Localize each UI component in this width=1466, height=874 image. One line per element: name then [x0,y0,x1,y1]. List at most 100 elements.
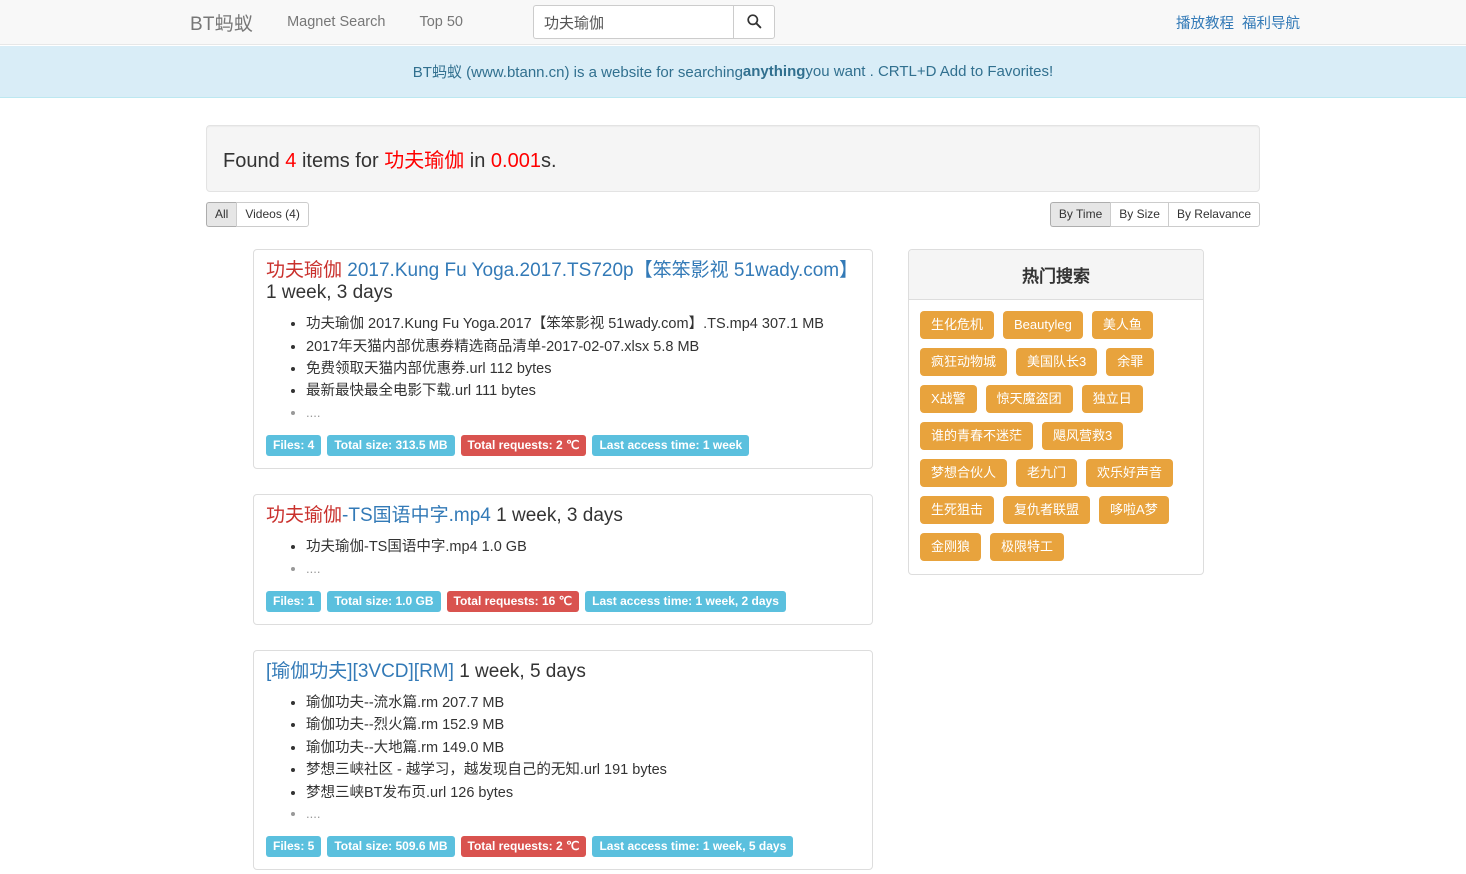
type-filter-group: All Videos (4) [206,202,309,227]
filter-tab-all[interactable]: All [206,202,237,227]
summary-time: 0.001 [490,150,541,172]
sort-tab-by-relevance[interactable]: By Relavance [1167,202,1260,227]
result-title-text: -TS国语中字.mp4 [342,505,491,527]
hot-tag[interactable]: 极限特工 [990,533,1065,561]
file-item: 功夫瑜伽-TS国语中字.mp4 1.0 GB [306,536,860,558]
nav-link-welfare-nav[interactable]: 福利导航 [1242,12,1300,33]
badge-total-requests: Total requests: 2 ℃ [460,435,587,457]
result-title-link[interactable]: 功夫瑜伽-TS国语中字.mp4 1 week, 3 days [266,505,860,527]
result-title-link[interactable]: 功夫瑜伽 2017.Kung Fu Yoga.2017.TS720p【笨笨影视 … [266,260,860,304]
banner-strong: anything [742,63,806,80]
nav-item-magnet-search[interactable]: Magnet Search [287,14,385,30]
badge-files-count: Files: 1 [266,590,322,612]
sidebar: 热门搜索 生化危机 Beautyleg 美人鱼 疯狂动物城 美国队长3 余罪 X… [908,249,1204,575]
sort-tab-by-time[interactable]: By Time [1049,202,1111,227]
search-form [532,5,775,39]
result-item: [瑜伽功夫][3VCD][RM] 1 week, 5 days 瑜伽功夫--流水… [253,649,873,871]
result-title-keyword: 功夫瑜伽 [266,260,343,281]
result-age: 1 week, 5 days [459,660,586,682]
result-title-keyword: 功夫瑜伽 [266,505,343,527]
results-summary: Found 4 items for 功夫瑜伽 in 0.001s. [206,125,1260,192]
sort-filter-group: By Time By Size By Relavance [1049,202,1260,227]
hot-tag[interactable]: 余罪 [1106,348,1155,376]
badge-last-access: Last access time: 1 week, 2 days [585,590,786,612]
result-file-list: 功夫瑜伽-TS国语中字.mp4 1.0 GB .... [266,536,860,579]
badge-last-access: Last access time: 1 week [592,435,750,457]
file-item: 瑜伽功夫--流水篇.rm 207.7 MB [306,692,860,714]
hot-tag[interactable]: 疯狂动物城 [920,348,1008,376]
result-age: 1 week, 3 days [496,505,623,527]
hot-tag[interactable]: Beautyleg [1003,311,1083,339]
site-banner: BT蚂蚁 (www.btann.cn) is a website for sea… [0,45,1466,98]
hot-tag[interactable]: 哆啦A梦 [1099,496,1169,524]
file-item: 瑜伽功夫--大地篇.rm 149.0 MB [306,737,860,759]
banner-prefix: BT蚂蚁 (www.btann.cn) is a website for sea… [412,64,743,81]
badge-total-requests: Total requests: 2 ℃ [460,836,587,858]
hot-tag[interactable]: 谁的青春不迷茫 [920,422,1034,450]
filter-row: All Videos (4) By Time By Size By Relava… [206,202,1260,227]
result-badges: Files: 1 Total size: 1.0 GB Total reques… [266,590,860,612]
result-item: 功夫瑜伽 2017.Kung Fu Yoga.2017.TS720p【笨笨影视 … [253,249,873,470]
brand-logo[interactable]: BT蚂蚁 [190,9,253,36]
hot-search-tag-list: 生化危机 Beautyleg 美人鱼 疯狂动物城 美国队长3 余罪 X战警 惊天… [909,300,1203,574]
hot-tag[interactable]: 生化危机 [920,311,995,339]
results-list: 功夫瑜伽 2017.Kung Fu Yoga.2017.TS720p【笨笨影视 … [253,249,873,874]
top-navbar: BT蚂蚁 Magnet Search Top 50 播放教程 福利导航 [0,0,1466,45]
nav-right-links: 播放教程 福利导航 [1168,12,1300,33]
page-container: Found 4 items for 功夫瑜伽 in 0.001s. All Vi… [206,125,1260,874]
search-icon [746,13,762,32]
nav-item-top-50[interactable]: Top 50 [419,14,463,30]
result-title-link[interactable]: [瑜伽功夫][3VCD][RM] 1 week, 5 days [266,661,860,683]
hot-search-title: 热门搜索 [909,250,1203,300]
content-row: 功夫瑜伽 2017.Kung Fu Yoga.2017.TS720p【笨笨影视 … [206,249,1260,874]
file-item: 梦想三峡BT发布页.url 126 bytes [306,782,860,804]
hot-tag[interactable]: 飓风营救3 [1042,422,1124,450]
hot-tag[interactable]: 欢乐好声音 [1086,459,1174,487]
hot-tag[interactable]: 独立日 [1081,385,1143,413]
badge-total-size: Total size: 313.5 MB [327,435,455,457]
summary-found-label: Found [223,150,280,172]
search-input[interactable] [532,5,733,39]
filter-tab-videos[interactable]: Videos (4) [236,202,309,227]
result-file-list: 瑜伽功夫--流水篇.rm 207.7 MB 瑜伽功夫--烈火篇.rm 152.9… [266,692,860,824]
file-item: 瑜伽功夫--烈火篇.rm 152.9 MB [306,714,860,736]
hot-tag[interactable]: 复仇者联盟 [1003,496,1091,524]
summary-items-label: items for [301,150,379,172]
file-item: 最新最快最全电影下载.url 111 bytes [306,380,860,402]
hot-tag[interactable]: 梦想合伙人 [920,459,1008,487]
summary-time-suffix: s. [540,150,557,172]
hot-search-panel: 热门搜索 生化危机 Beautyleg 美人鱼 疯狂动物城 美国队长3 余罪 X… [908,249,1204,575]
hot-tag[interactable]: 生死狙击 [920,496,995,524]
result-badges: Files: 5 Total size: 509.6 MB Total requ… [266,836,860,858]
file-item: 功夫瑜伽 2017.Kung Fu Yoga.2017【笨笨影视 51wady.… [306,313,860,335]
hot-tag[interactable]: 老九门 [1016,459,1078,487]
file-item-more: .... [306,559,860,579]
file-item-more: .... [306,804,860,824]
file-item: 免费领取天猫内部优惠券.url 112 bytes [306,358,860,380]
result-title-text: 2017.Kung Fu Yoga.2017.TS720p【笨笨影视 51wad… [342,260,859,281]
hot-tag[interactable]: 惊天魔盗团 [985,385,1073,413]
result-item: 功夫瑜伽-TS国语中字.mp4 1 week, 3 days 功夫瑜伽-TS国语… [253,494,873,625]
hot-tag[interactable]: 金刚狼 [920,533,982,561]
file-item: 2017年天猫内部优惠券精选商品清单-2017-02-07.xlsx 5.8 M… [306,336,860,358]
file-item-more: .... [306,403,860,423]
result-title-text: [瑜伽功夫][3VCD][RM] [266,660,454,682]
sort-tab-by-size[interactable]: By Size [1110,202,1168,227]
badge-files-count: Files: 5 [266,836,322,858]
hot-tag[interactable]: 美人鱼 [1091,311,1153,339]
result-age: 1 week, 3 days [266,282,393,304]
nav-link-play-tutorial[interactable]: 播放教程 [1176,12,1234,33]
result-file-list: 功夫瑜伽 2017.Kung Fu Yoga.2017【笨笨影视 51wady.… [266,313,860,423]
badge-last-access: Last access time: 1 week, 5 days [592,836,794,858]
badge-total-size: Total size: 1.0 GB [327,590,441,612]
hot-tag[interactable]: X战警 [920,385,977,413]
banner-suffix: you want . CRTL+D Add to Favorites! [805,63,1054,80]
badge-total-requests: Total requests: 16 ℃ [446,590,580,612]
file-item: 梦想三峡社区 - 越学习，越发现自己的无知.url 191 bytes [306,759,860,781]
result-badges: Files: 4 Total size: 313.5 MB Total requ… [266,435,860,457]
hot-tag[interactable]: 美国队长3 [1016,348,1098,376]
badge-total-size: Total size: 509.6 MB [327,836,455,858]
summary-count: 4 [285,150,297,172]
search-button[interactable] [732,5,775,39]
summary-in-label: in [469,150,486,172]
